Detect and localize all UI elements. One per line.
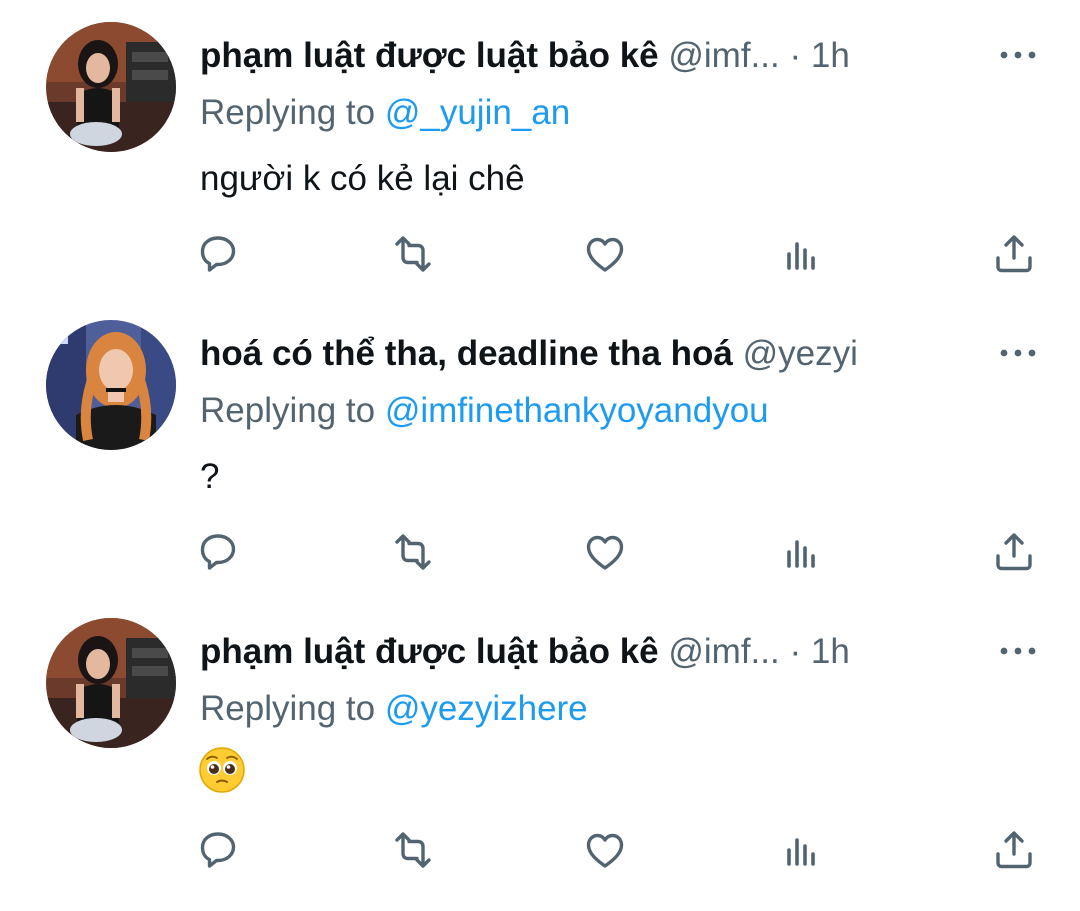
replying-to-line: Replying to @_yujin_an (200, 88, 570, 138)
avatar[interactable] (46, 320, 176, 450)
tweet-header: phạm luật được luật bảo kê @imf... · 1h (200, 626, 1020, 678)
replying-to-line: Replying to @imfinethankyoyandyou (200, 386, 769, 436)
views-icon[interactable] (778, 826, 826, 874)
user-handle[interactable]: @yezyi (743, 334, 858, 373)
retweet-icon[interactable] (389, 528, 437, 576)
replying-to-label: Replying to (200, 689, 385, 728)
tweet-text: người k có kẻ lại chê (200, 159, 525, 198)
replying-to-label: Replying to (200, 391, 385, 430)
mention-link[interactable]: @imfinethankyoyandyou (385, 391, 769, 430)
reply-icon[interactable] (194, 826, 242, 874)
pleading-face-emoji (198, 746, 246, 794)
views-icon[interactable] (778, 528, 826, 576)
timestamp[interactable]: 1h (811, 36, 850, 75)
action-bar (0, 826, 1080, 882)
action-bar (0, 528, 1080, 584)
like-icon[interactable] (581, 528, 629, 576)
replying-to-label: Replying to (200, 93, 385, 132)
share-icon[interactable] (990, 826, 1038, 874)
like-icon[interactable] (581, 230, 629, 278)
tweet[interactable]: phạm luật được luật bảo kê @imf... · 1h … (0, 0, 1080, 298)
retweet-icon[interactable] (389, 826, 437, 874)
share-icon[interactable] (990, 230, 1038, 278)
replying-to-line: Replying to @yezyizhere (200, 684, 588, 734)
more-options-icon[interactable] (996, 338, 1040, 368)
separator-dot: · (789, 632, 802, 671)
share-icon[interactable] (990, 528, 1038, 576)
views-icon[interactable] (778, 230, 826, 278)
like-icon[interactable] (581, 826, 629, 874)
more-options-icon[interactable] (996, 636, 1040, 666)
action-bar (0, 230, 1080, 286)
display-name[interactable]: phạm luật được luật bảo kê (200, 36, 659, 75)
display-name[interactable]: hoá có thể tha, deadline tha hoá (200, 334, 733, 373)
avatar[interactable] (46, 618, 176, 748)
timestamp[interactable]: 1h (811, 632, 850, 671)
tweet-text: ? (200, 457, 220, 496)
reply-icon[interactable] (194, 528, 242, 576)
display-name[interactable]: phạm luật được luật bảo kê (200, 632, 659, 671)
user-handle[interactable]: @imf... (668, 632, 779, 671)
tweet-header: phạm luật được luật bảo kê @imf... · 1h (200, 30, 1020, 82)
mention-link[interactable]: @yezyizhere (385, 689, 588, 728)
user-handle[interactable]: @imf... (668, 36, 779, 75)
tweet[interactable]: phạm luật được luật bảo kê @imf... · 1h … (0, 596, 1080, 894)
retweet-icon[interactable] (389, 230, 437, 278)
more-options-icon[interactable] (996, 40, 1040, 70)
tweet[interactable]: hoá có thể tha, deadline tha hoá @yezyi … (0, 298, 1080, 596)
tweet-header: hoá có thể tha, deadline tha hoá @yezyi (200, 328, 1020, 380)
mention-link[interactable]: @_yujin_an (385, 93, 570, 132)
avatar[interactable] (46, 22, 176, 152)
reply-icon[interactable] (194, 230, 242, 278)
reply-thread: phạm luật được luật bảo kê @imf... · 1h … (0, 0, 1080, 911)
separator-dot: · (789, 36, 802, 75)
